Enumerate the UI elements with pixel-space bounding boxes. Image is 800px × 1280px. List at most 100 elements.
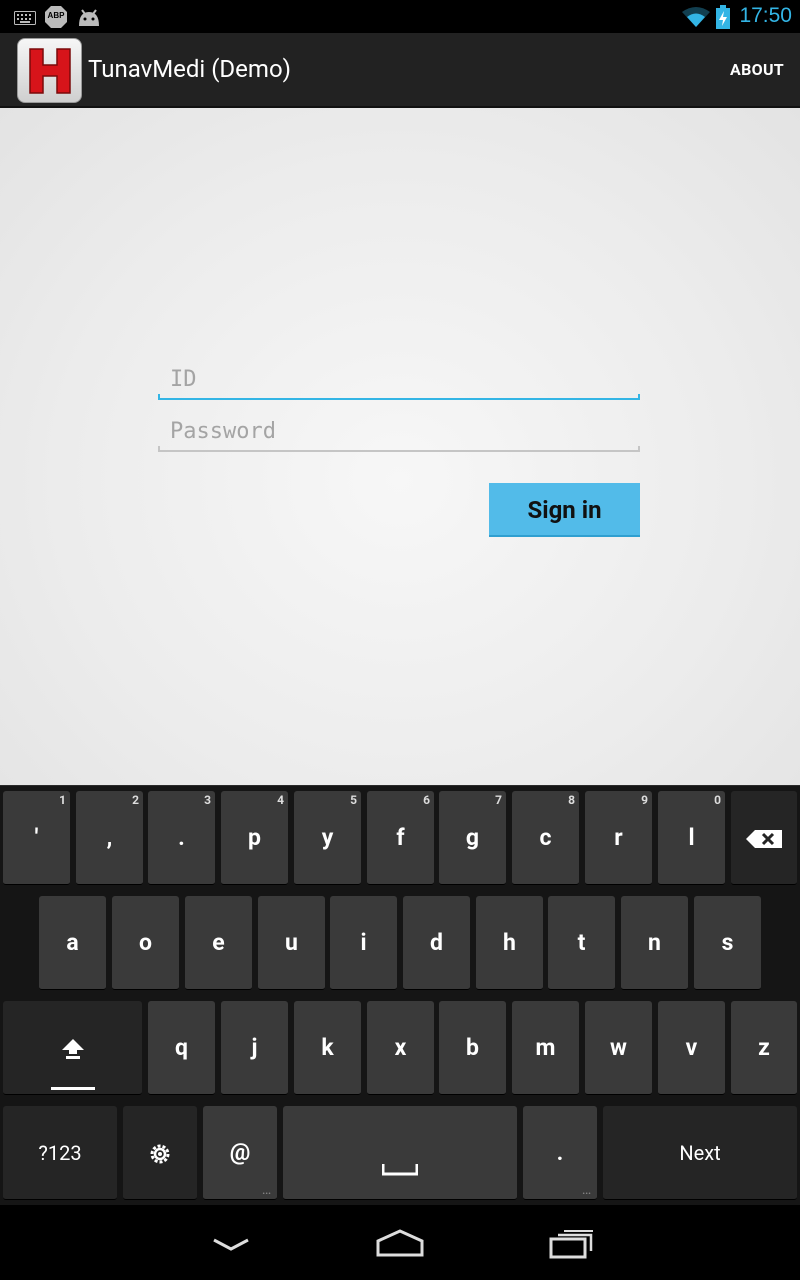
key-label: m [535,1034,556,1061]
hide-keyboard-icon[interactable] [212,1237,250,1256]
key-label: r [614,824,623,851]
key-hint: 8 [568,793,575,807]
about-button[interactable]: ABOUT [730,60,784,79]
id-underline [158,394,640,400]
key-at[interactable]: @... [203,1106,277,1200]
navigation-bar [0,1205,800,1280]
key-j[interactable]: j [221,1001,288,1095]
app-title: TunavMedi (Demo) [88,55,291,83]
key-label: @ [229,1139,251,1166]
key-f[interactable]: 6f [367,791,434,885]
key-label: k [321,1034,334,1061]
key-r[interactable]: 9r [585,791,652,885]
key-label: q [175,1034,188,1061]
key-label: o [139,929,152,956]
more-keys-indicator: ... [262,1186,271,1197]
key-g[interactable]: 7g [439,791,506,885]
id-input[interactable]: ID [158,354,640,400]
keyboard-icon [14,10,36,29]
key-l[interactable]: 0l [658,791,725,885]
status-time: 17:50 [739,4,792,27]
key-label: . [178,824,185,851]
key-label: p [248,824,261,851]
key-label: b [466,1034,479,1061]
key-label: x [394,1034,407,1061]
key-label: ?123 [38,1141,82,1165]
key-label: f [396,824,405,851]
key-e[interactable]: e [185,896,252,990]
space-bar-icon [381,1163,419,1176]
shift-key[interactable] [3,1001,142,1095]
key-a[interactable]: a [39,896,106,990]
key-hint: 7 [495,793,502,807]
h-letter-icon [29,48,71,94]
shift-arrow-icon [61,1038,84,1059]
settings-key[interactable] [123,1106,197,1200]
battery-charging-icon [715,5,731,33]
key-t[interactable]: t [548,896,615,990]
recent-apps-icon[interactable] [549,1229,595,1263]
space-key[interactable] [283,1106,517,1200]
home-icon[interactable] [376,1229,424,1261]
key-w[interactable]: w [585,1001,652,1095]
key-n[interactable]: n [621,896,688,990]
key-d[interactable]: d [403,896,470,990]
key-label: Next [679,1141,721,1165]
key-label: c [539,824,552,851]
symbols-key[interactable]: ?123 [3,1106,117,1200]
key-m[interactable]: m [512,1001,579,1095]
key-label: . [556,1139,564,1166]
key-label: n [648,929,661,956]
key-c[interactable]: 8c [512,791,579,885]
key-hint: 5 [350,793,357,807]
more-keys-indicator: ... [582,1186,591,1197]
key-comma[interactable]: 2, [76,791,143,885]
app-logo-icon[interactable] [17,38,82,103]
adblock-label: ABP [47,11,65,20]
key-k[interactable]: k [294,1001,361,1095]
key-p[interactable]: 4p [221,791,288,885]
key-y[interactable]: 5y [294,791,361,885]
key-s[interactable]: s [694,896,761,990]
key-label: t [577,929,586,956]
key-label: l [688,824,695,851]
password-placeholder: Password [170,419,276,444]
key-label: h [503,929,516,956]
key-label: d [430,929,443,956]
key-label: u [285,929,298,956]
action-bar: TunavMedi (Demo) ABOUT [0,33,800,108]
key-z[interactable]: z [731,1001,797,1095]
sign-in-button[interactable]: Sign in [489,483,640,537]
key-hint: 2 [132,793,139,807]
key-label: s [721,929,734,956]
login-screen: ID Password Sign in [0,108,800,785]
key-hint: 0 [714,793,721,807]
key-label: a [66,929,79,956]
key-period[interactable]: 3. [148,791,215,885]
key-i[interactable]: i [330,896,397,990]
key-b[interactable]: b [439,1001,506,1095]
key-hint: 1 [59,793,66,807]
key-o[interactable]: o [112,896,179,990]
key-label: g [465,824,480,851]
key-hint: 6 [423,793,430,807]
key-label: ' [34,824,39,851]
key-v[interactable]: v [658,1001,725,1095]
key-x[interactable]: x [367,1001,434,1095]
key-q[interactable]: q [148,1001,215,1095]
next-key[interactable]: Next [603,1106,797,1200]
shift-indicator [51,1087,95,1090]
key-h[interactable]: h [476,896,543,990]
password-input[interactable]: Password [158,406,640,452]
key-apostrophe[interactable]: 1 ' [3,791,70,885]
soft-keyboard: 1 ' 2, 3. 4p 5y 6f 7g 8c 9r 0l a o e u i … [0,785,800,1205]
settings-gear-icon [150,1144,170,1164]
key-label: v [685,1034,698,1061]
key-hint: 4 [277,793,284,807]
key-period-bottom[interactable]: .... [523,1106,597,1200]
adblock-icon: ABP [44,5,68,33]
backspace-icon [746,829,782,848]
key-u[interactable]: u [258,896,325,990]
key-label: j [251,1034,258,1061]
backspace-key[interactable] [731,791,797,885]
